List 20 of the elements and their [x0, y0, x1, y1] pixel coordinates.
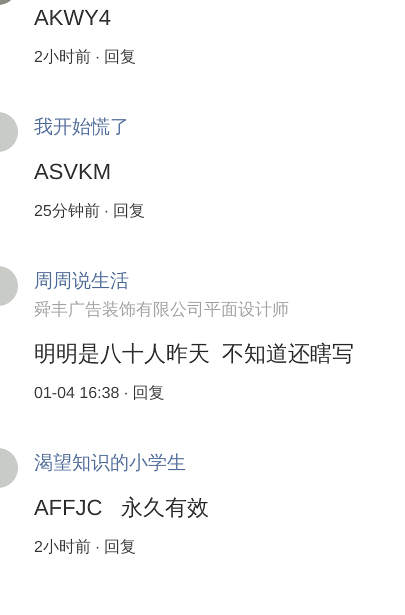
- user-title: 舜丰广告装饰有限公司平面设计师: [34, 299, 290, 321]
- separator-dot: ·: [94, 538, 100, 558]
- separator-dot: ·: [123, 384, 129, 404]
- reply-link[interactable]: 回复: [104, 46, 136, 70]
- username-link[interactable]: 周周说生活: [34, 270, 354, 294]
- timestamp: 25分钟前: [34, 202, 100, 222]
- separator-dot: ·: [94, 48, 100, 68]
- timestamp: 2小时前: [34, 538, 91, 558]
- timestamp: 2小时前: [34, 48, 91, 68]
- separator-dot: ·: [104, 202, 110, 222]
- reply-link[interactable]: 回复: [113, 200, 146, 224]
- username-link[interactable]: 我开始慌了: [34, 116, 146, 140]
- comment-text: AKWY4: [34, 4, 112, 32]
- comment-text: ASVKM: [34, 158, 112, 186]
- timestamp: 01-04 16:38: [34, 384, 120, 404]
- reply-link[interactable]: 回复: [132, 382, 165, 406]
- comment-text: AFFJC 永久有效: [34, 494, 209, 522]
- comment-text: 明明是八十人昨天 不知道还瞎写: [34, 340, 354, 368]
- reply-link[interactable]: 回复: [104, 536, 136, 560]
- username-link[interactable]: 渴望知识的小学生: [34, 452, 209, 476]
